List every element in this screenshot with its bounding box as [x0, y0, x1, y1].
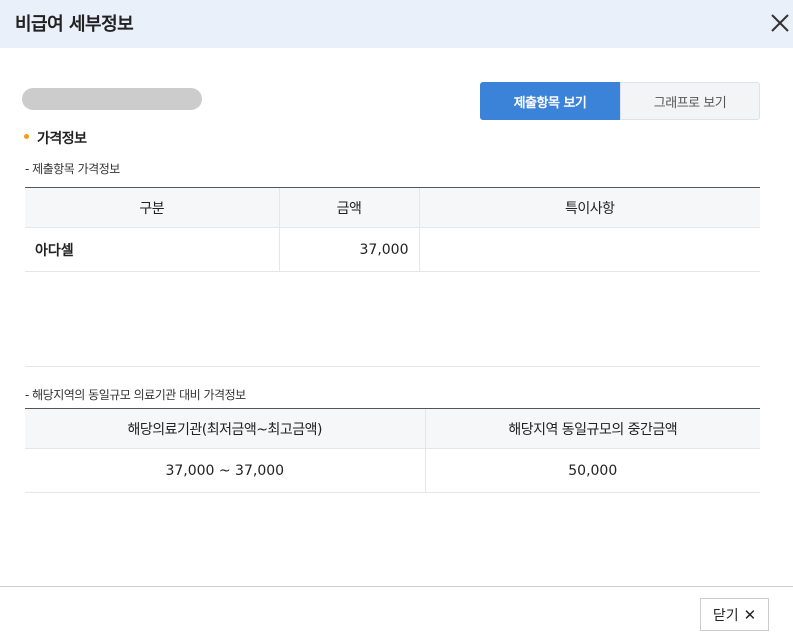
view-toggle: 제출항목 보기 그래프로 보기	[480, 82, 760, 120]
footer-divider	[0, 586, 793, 587]
cell-note	[418, 227, 760, 272]
section-divider	[25, 366, 760, 367]
close-x-icon: ✕	[743, 605, 757, 624]
section-title-label: 가격정보	[37, 131, 87, 147]
header-amount: 금액	[278, 187, 419, 228]
table-row: 아다셀 37,000	[25, 227, 760, 272]
graph-view-button[interactable]: 그래프로 보기	[620, 82, 760, 120]
blurred-hospital-name	[22, 88, 202, 110]
header-price-range: 해당의료기관(최저금액~최고금액)	[25, 408, 425, 449]
table-header-row: 구분 금액 특이사항	[25, 187, 760, 228]
dialog-title: 비급여 세부정보	[15, 14, 134, 35]
close-icon[interactable]	[768, 11, 792, 35]
cell-amount: 37,000	[278, 227, 419, 272]
close-button-label: 닫기	[712, 607, 739, 624]
header-regional-median: 해당지역 동일규모의 중간금액	[424, 408, 760, 449]
submitted-price-table: 구분 금액 특이사항 아다셀 37,000	[25, 187, 760, 272]
regional-price-table: 해당의료기관(최저금액~최고금액) 해당지역 동일규모의 중간금액 37,000…	[25, 408, 760, 493]
cell-regional-median: 50,000	[424, 448, 760, 493]
regional-price-subtitle: - 해당지역의 동일규모 의료기관 대비 가격정보	[25, 388, 246, 402]
dialog-header: 비급여 세부정보	[0, 0, 793, 48]
header-note: 특이사항	[418, 187, 760, 228]
cell-category: 아다셀	[25, 227, 279, 272]
header-category: 구분	[25, 187, 279, 228]
table-header-row: 해당의료기관(최저금액~최고금액) 해당지역 동일규모의 중간금액	[25, 408, 760, 449]
bullet-dot-icon	[24, 133, 29, 139]
section-title: 가격정보	[24, 128, 87, 148]
close-button[interactable]: 닫기 ✕	[700, 598, 769, 631]
submitted-price-subtitle: - 제출항목 가격정보	[25, 162, 120, 176]
cell-price-range: 37,000 ~ 37,000	[25, 448, 425, 493]
submitted-items-view-button[interactable]: 제출항목 보기	[480, 82, 620, 120]
table-row: 37,000 ~ 37,000 50,000	[25, 448, 760, 493]
